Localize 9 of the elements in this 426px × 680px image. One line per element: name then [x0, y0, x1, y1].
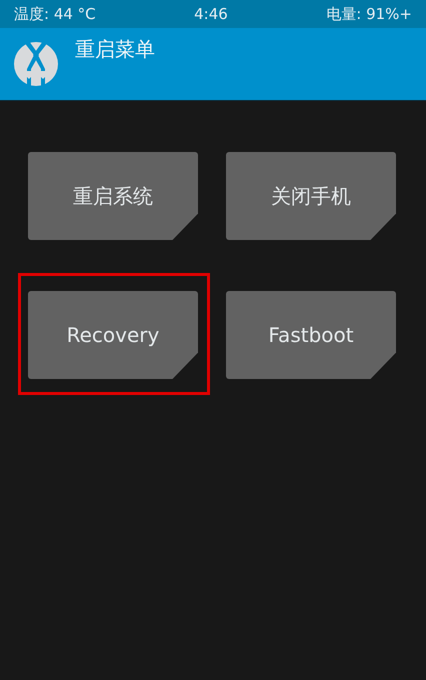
reboot-option-button[interactable]: Fastboot: [226, 291, 396, 379]
clock: 4:46: [194, 5, 228, 23]
temperature-reading: 温度: 44 °C: [14, 4, 96, 24]
reboot-option-button[interactable]: 重启系统: [28, 152, 198, 240]
logo-icon: [13, 41, 59, 87]
battery-reading: 电量: 91%+: [326, 4, 412, 24]
reboot-option-button[interactable]: Recovery: [28, 291, 198, 379]
menu-title: 重启菜单: [75, 36, 155, 63]
reboot-option-button[interactable]: 关闭手机: [226, 152, 396, 240]
